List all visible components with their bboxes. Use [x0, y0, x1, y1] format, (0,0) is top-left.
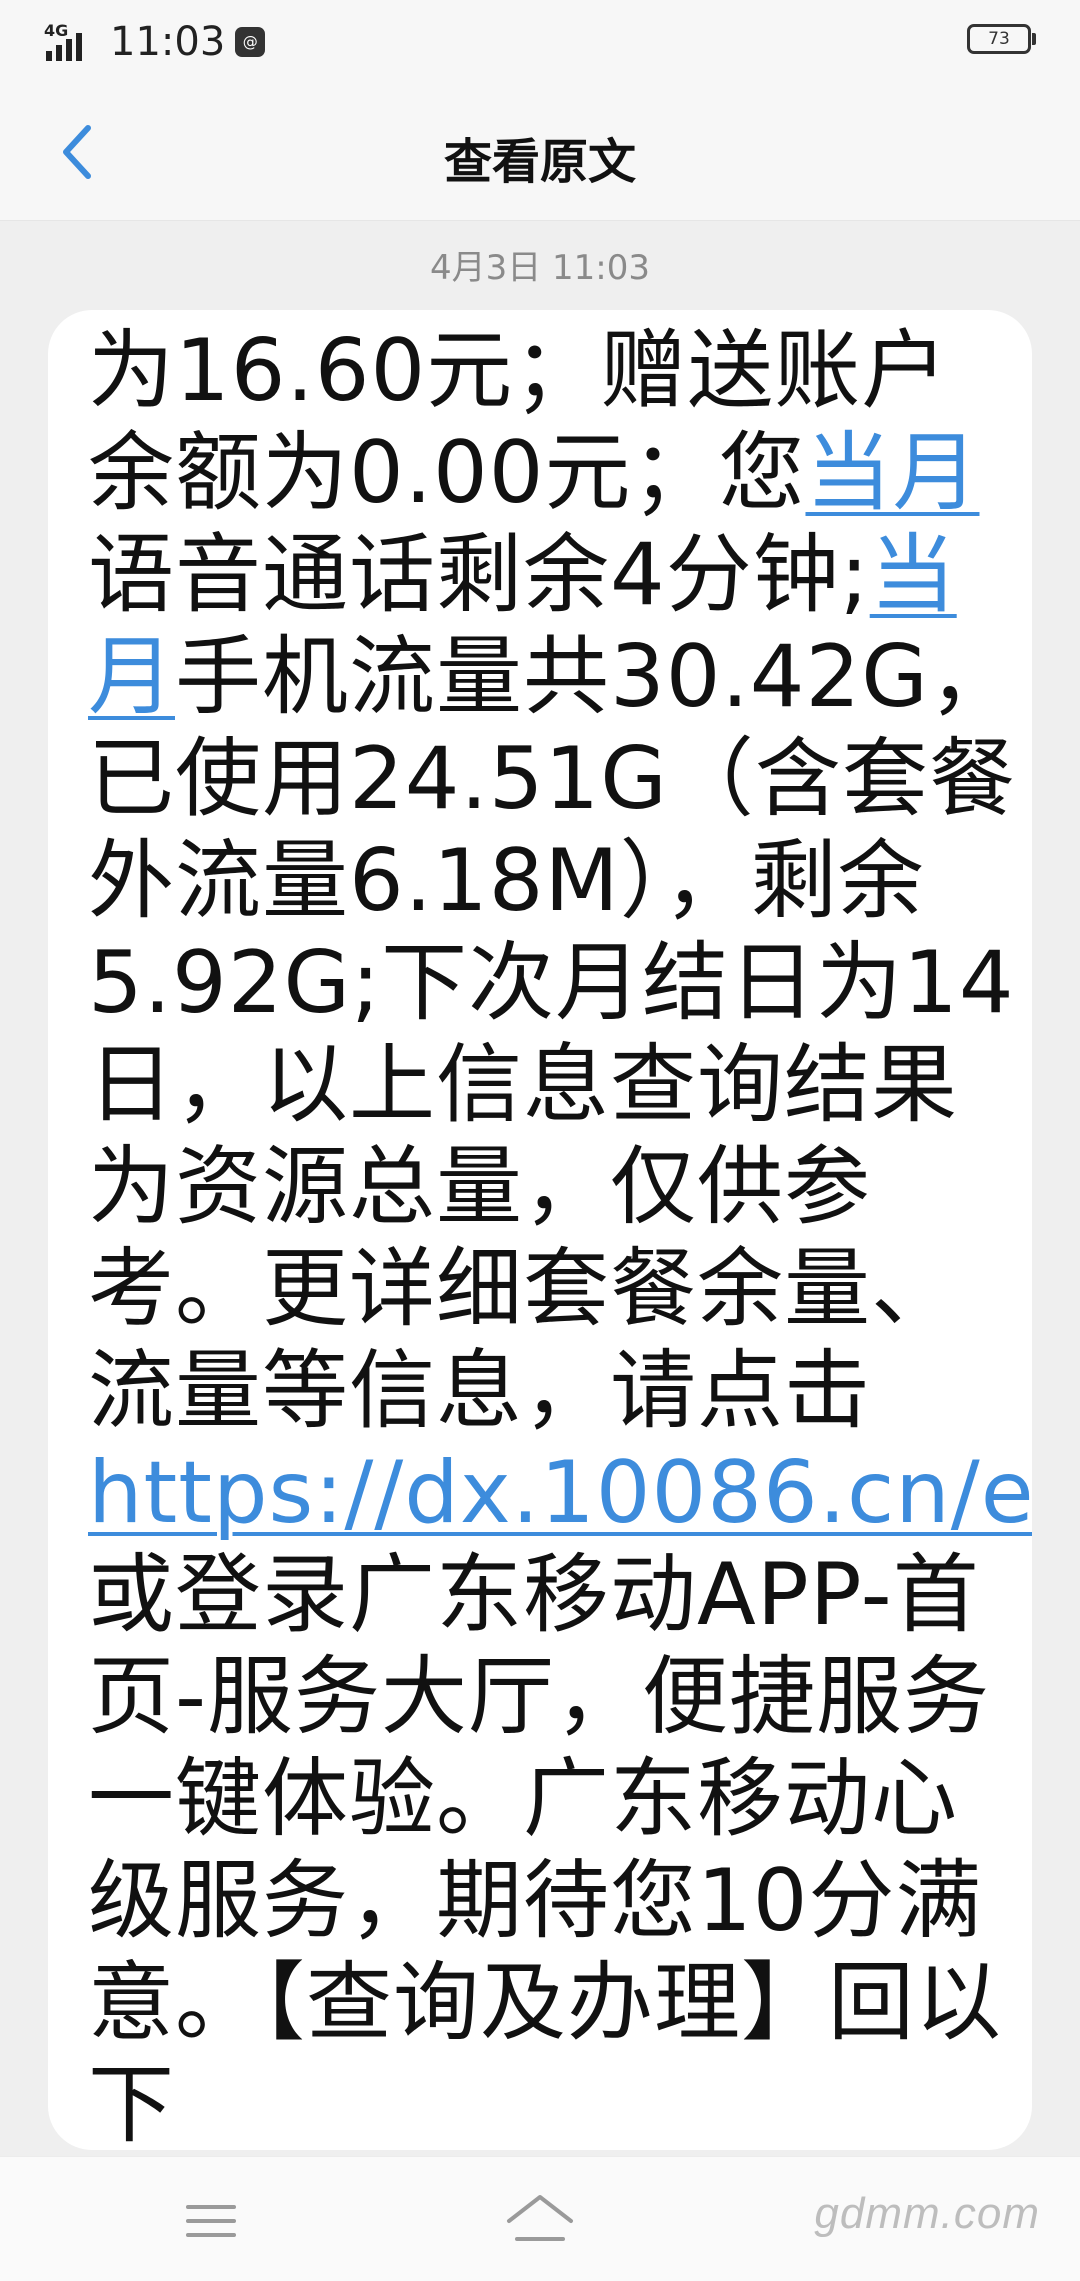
menu-button[interactable] — [166, 2185, 256, 2255]
watermark: gdmm.com — [814, 2189, 1040, 2238]
battery-icon: 73 — [967, 24, 1036, 54]
battery-level: 73 — [967, 24, 1031, 54]
app-header: 查看原文 — [0, 84, 1080, 221]
cellular-signal-icon: 4G — [44, 21, 94, 63]
navigation-bar: gdmm.com — [0, 2156, 1080, 2281]
message-timestamp: 4月3日 11:03 — [429, 248, 651, 288]
page-title: 查看原文 — [443, 134, 636, 190]
home-icon — [507, 2195, 573, 2241]
status-time: 11:03 — [110, 19, 226, 65]
status-bar: 4G 11:03 @ 73 — [0, 0, 1080, 84]
message-text: 手机流量共30.42G，已使用24.51G（含套餐外流量6.18M），剩余5.9… — [88, 627, 1016, 1441]
message-bubble: 为16.60元；赠送账户余额为0.00元；您当月语音通话剩余4分钟;当月手机流量… — [48, 310, 1032, 2150]
date-link[interactable]: 当月 — [805, 423, 979, 523]
app-notification-icon: @ — [235, 27, 266, 57]
message-text: 语音通话剩余4分钟; — [88, 525, 870, 625]
message-text: 或登录广东移动APP-首页-服务大厅，便捷服务一键体验。广东移动心级服务，期待您… — [88, 1545, 1002, 2150]
status-left: 4G 11:03 @ — [44, 18, 266, 66]
message-body: 为16.60元；赠送账户余额为0.00元；您当月语音通话剩余4分钟;当月手机流量… — [88, 320, 1032, 2150]
menu-icon — [186, 2205, 236, 2237]
network-type-label: 4G — [44, 21, 69, 40]
home-button[interactable] — [495, 2185, 585, 2255]
url-link[interactable]: https://dx.10086.cn/eCZrDg — [88, 1443, 1032, 1543]
